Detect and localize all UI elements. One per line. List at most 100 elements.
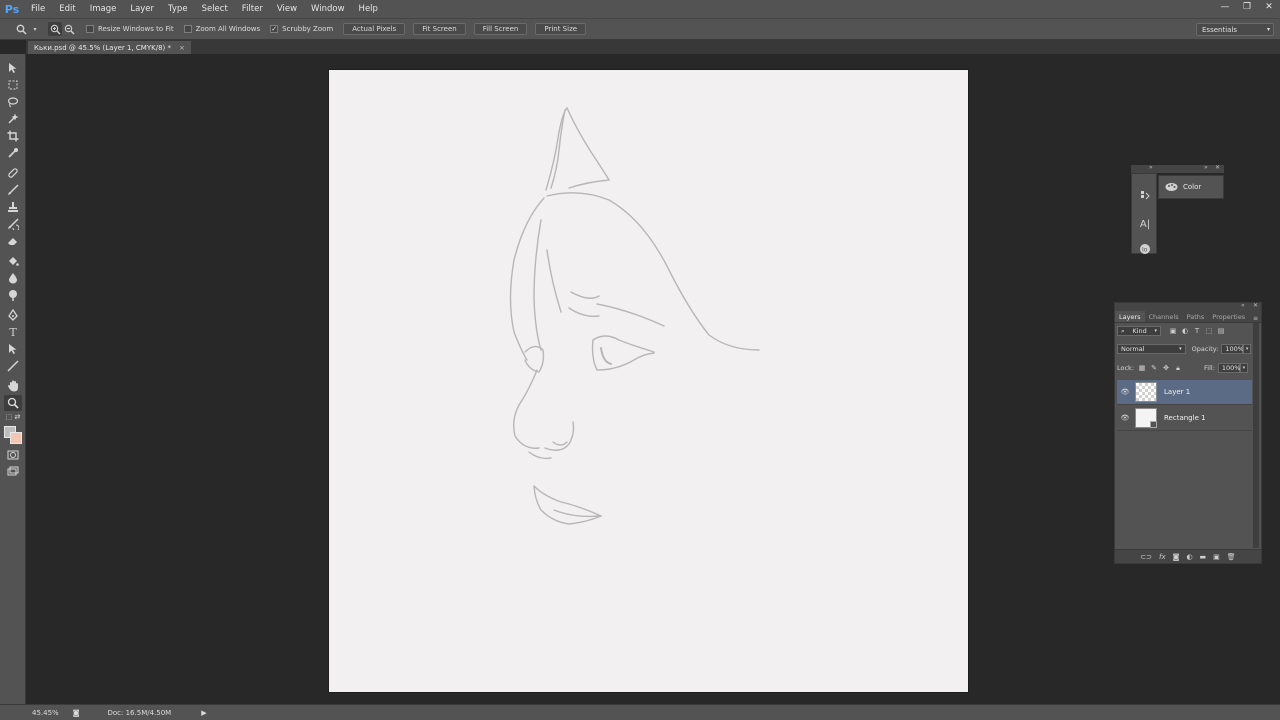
opacity-input[interactable]: 100% — [1221, 344, 1244, 354]
tab-layers[interactable]: Layers — [1115, 311, 1145, 322]
new-adjustment-icon[interactable]: ◐ — [1186, 553, 1192, 561]
new-group-icon[interactable]: ▬ — [1200, 553, 1207, 561]
history-panel-icon[interactable] — [1136, 188, 1154, 204]
checkbox-box[interactable] — [86, 25, 94, 33]
restore-button[interactable]: ❐ — [1236, 0, 1258, 14]
path-selection-tool-icon[interactable] — [4, 341, 22, 357]
tab-paths[interactable]: Paths — [1183, 311, 1209, 322]
actual-pixels-button[interactable]: Actual Pixels — [343, 23, 406, 35]
workspace-select[interactable]: Essentials ▾ — [1196, 23, 1274, 36]
menu-type[interactable]: Type — [161, 0, 195, 18]
zoom-tool-preset-icon[interactable] — [14, 22, 28, 36]
panel-menu-icon[interactable]: ≡ — [1253, 315, 1258, 322]
resize-windows-checkbox[interactable]: Resize Windows to Fit — [86, 25, 174, 33]
new-layer-icon[interactable]: ▣ — [1213, 553, 1220, 561]
checkmark-icon[interactable]: ✓ — [270, 25, 279, 33]
layers-scrollbar[interactable] — [1253, 323, 1259, 548]
status-menu-arrow[interactable]: ▶ — [201, 709, 206, 717]
document-tab[interactable]: Кьки.psd @ 45.5% (Layer 1, CMYK/8) * × — [28, 41, 191, 54]
close-tab-icon[interactable]: × — [179, 44, 185, 52]
delete-layer-icon[interactable]: 🗑︎ — [1227, 553, 1236, 561]
layer-row[interactable]: 👁︎ Layer 1 — [1117, 380, 1252, 405]
layers-panel-header[interactable]: « ✕ — [1115, 302, 1261, 311]
eyedropper-tool-icon[interactable] — [4, 145, 22, 161]
crop-tool-icon[interactable] — [4, 128, 22, 144]
zoom-tool-icon[interactable] — [4, 395, 22, 411]
quick-mask-icon[interactable] — [4, 447, 22, 463]
close-button[interactable]: ✕ — [1258, 0, 1280, 14]
add-mask-icon[interactable]: ◙ — [1173, 553, 1180, 561]
move-tool-icon[interactable] — [4, 60, 22, 76]
menu-image[interactable]: Image — [83, 0, 124, 18]
fit-screen-button[interactable]: Fit Screen — [413, 23, 466, 35]
color-panel-button[interactable]: Color — [1158, 175, 1224, 199]
line-tool-icon[interactable] — [4, 358, 22, 374]
tab-properties[interactable]: Properties — [1208, 311, 1249, 322]
brush-tool-icon[interactable] — [4, 182, 22, 198]
menu-edit[interactable]: Edit — [52, 0, 82, 18]
eraser-tool-icon[interactable] — [4, 233, 22, 249]
lock-transparent-icon[interactable]: ▦ — [1136, 363, 1148, 373]
eye-icon[interactable]: 👁︎ — [1117, 414, 1133, 422]
chevron-down-icon[interactable]: ▾ — [1243, 344, 1251, 354]
menu-select[interactable]: Select — [195, 0, 235, 18]
menu-file[interactable]: File — [24, 0, 52, 18]
dodge-tool-icon[interactable] — [4, 287, 22, 303]
zoom-level[interactable]: 45.45% — [32, 709, 59, 717]
tab-channels[interactable]: Channels — [1145, 311, 1183, 322]
collapse-panel-icon[interactable]: « — [1241, 302, 1245, 309]
fill-input[interactable]: 100% — [1217, 363, 1240, 373]
screen-mode-icon[interactable] — [4, 464, 22, 480]
magic-wand-tool-icon[interactable] — [4, 111, 22, 127]
expand-panels-icon[interactable]: » — [1204, 164, 1208, 171]
filter-kind-select[interactable]: ⌕ Kind ▾ — [1117, 326, 1161, 336]
menu-help[interactable]: Help — [352, 0, 385, 18]
fill-screen-button[interactable]: Fill Screen — [473, 23, 528, 35]
menu-window[interactable]: Window — [304, 0, 352, 18]
zoom-all-windows-checkbox[interactable]: Zoom All Windows — [183, 25, 260, 33]
lock-all-icon[interactable]: 🔒︎ — [1172, 363, 1184, 373]
paragraph-panel-icon[interactable]: Io — [1136, 241, 1154, 257]
minimize-button[interactable]: — — [1214, 0, 1236, 14]
hand-tool-icon[interactable] — [4, 378, 22, 394]
expand-panels-icon[interactable]: » — [1149, 164, 1153, 171]
clone-stamp-tool-icon[interactable] — [4, 199, 22, 215]
close-panel-icon[interactable]: ✕ — [1253, 302, 1258, 309]
filter-smart-object-icon[interactable]: ▤ — [1215, 326, 1227, 336]
chevron-down-icon[interactable]: ▾ — [28, 22, 42, 36]
lasso-tool-icon[interactable] — [4, 94, 22, 110]
background-color-swatch[interactable] — [10, 432, 22, 444]
filter-adjustment-icon[interactable]: ◐ — [1179, 326, 1191, 336]
scrubby-zoom-checkbox[interactable]: ✓ Scrubby Zoom — [270, 25, 333, 33]
zoom-out-icon[interactable] — [62, 22, 76, 36]
menu-layer[interactable]: Layer — [123, 0, 161, 18]
paint-bucket-tool-icon[interactable] — [4, 253, 22, 269]
healing-brush-tool-icon[interactable] — [4, 165, 22, 181]
zoom-in-icon[interactable] — [48, 22, 62, 36]
filter-shape-icon[interactable]: ⬚ — [1203, 326, 1215, 336]
close-panel-icon[interactable]: ✕ — [1215, 164, 1220, 171]
dock-header[interactable]: » » ✕ — [1131, 164, 1224, 173]
filter-type-icon[interactable]: T — [1191, 326, 1203, 336]
layer-row[interactable]: 👁︎ Rectangle 1 — [1117, 406, 1252, 431]
menu-view[interactable]: View — [270, 0, 304, 18]
blend-mode-select[interactable]: Normal ▾ — [1117, 344, 1186, 354]
filter-pixel-icon[interactable]: ▣ — [1167, 326, 1179, 336]
lock-pixels-icon[interactable]: ✎ — [1148, 363, 1160, 373]
history-brush-tool-icon[interactable] — [4, 216, 22, 232]
print-size-button[interactable]: Print Size — [535, 23, 587, 35]
character-panel-icon[interactable]: A| — [1136, 216, 1154, 232]
menu-filter[interactable]: Filter — [235, 0, 270, 18]
link-layers-icon[interactable]: ⊂⊃ — [1140, 553, 1152, 561]
status-info-icon[interactable]: ◙ — [73, 709, 80, 717]
checkbox-box[interactable] — [183, 25, 192, 33]
lock-position-icon[interactable]: ✥ — [1160, 363, 1172, 373]
chevron-down-icon[interactable]: ▾ — [1239, 363, 1248, 373]
marquee-tool-icon[interactable] — [4, 77, 22, 93]
eye-icon[interactable]: 👁︎ — [1117, 388, 1133, 396]
pen-tool-icon[interactable] — [4, 307, 22, 323]
default-colors-icon[interactable]: ⬚ ⇄ — [4, 412, 22, 422]
type-tool-icon[interactable]: T — [4, 324, 22, 340]
document-canvas[interactable] — [329, 70, 968, 692]
blur-tool-icon[interactable] — [4, 270, 22, 286]
